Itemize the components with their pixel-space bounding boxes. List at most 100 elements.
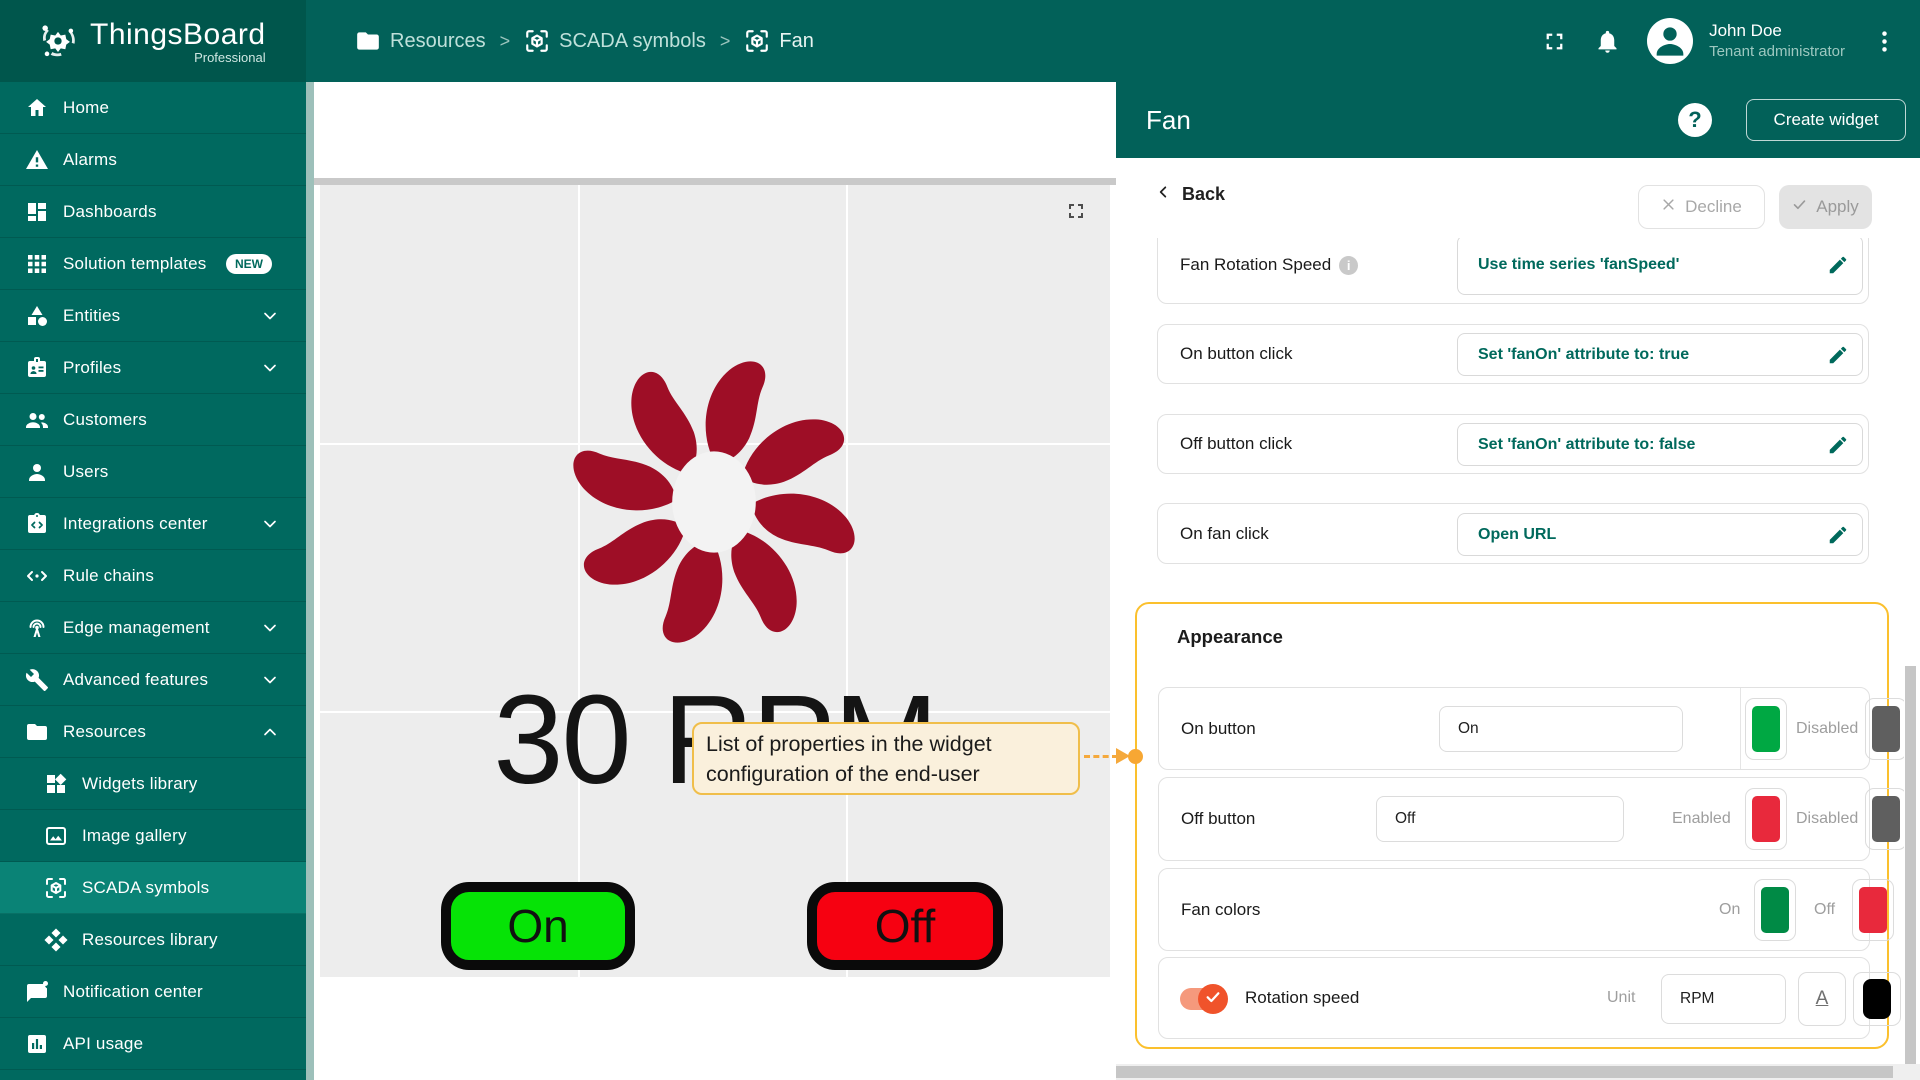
sidebar-item-entities[interactable]: Entities (0, 290, 306, 342)
create-widget-button[interactable]: Create widget (1746, 99, 1906, 141)
sidebar-item-white-labeling[interactable]: White labeling (0, 1070, 306, 1080)
off-button-label-input[interactable]: Off (1376, 796, 1624, 842)
font-color-swatch[interactable] (1853, 972, 1901, 1026)
advanced-icon (25, 668, 49, 692)
expand-canvas-icon[interactable] (1064, 199, 1088, 223)
user-name: John Doe (1709, 21, 1782, 41)
chevron-left-icon (1156, 184, 1172, 205)
appearance-section: Appearance On button On Disabled Off but… (1135, 602, 1904, 1049)
user-info[interactable]: John Doe Tenant administrator (1709, 20, 1845, 62)
sidebar-item-rule-chains[interactable]: Rule chains (0, 550, 306, 602)
scada-canvas[interactable]: 30 RPM On Off (320, 185, 1110, 977)
vertical-scrollbar[interactable] (1905, 666, 1916, 1064)
entities-icon (25, 304, 49, 328)
sidebar-item-notification-center[interactable]: Notification center (0, 966, 306, 1018)
home-icon (25, 96, 49, 120)
edit-pencil-icon[interactable] (1827, 344, 1849, 366)
sidebar-item-dashboards[interactable]: Dashboards (0, 186, 306, 238)
fan-off-color-swatch[interactable] (1852, 879, 1894, 941)
fan-on-button[interactable]: On (441, 882, 635, 970)
sidebar-item-label: Advanced features (63, 669, 209, 689)
edge-icon (25, 616, 49, 640)
sidebar-item-home[interactable]: Home (0, 82, 306, 134)
fan-on-color-swatch[interactable] (1754, 879, 1796, 941)
appearance-row-fan-colors: Fan colors On Off (1158, 868, 1894, 951)
rotation-speed-toggle[interactable] (1180, 984, 1228, 1014)
fan-rotation-speed-value[interactable]: Use time series 'fanSpeed' (1457, 238, 1863, 295)
fan-off-button[interactable]: Off (807, 882, 1003, 970)
scada-symbol-icon (524, 28, 550, 54)
sidebar-item-advanced-features[interactable]: Advanced features (0, 654, 306, 706)
chevron-down-icon (260, 670, 280, 690)
integrations-icon (25, 512, 49, 536)
gallery-icon (44, 824, 68, 848)
sidebar-item-api-usage[interactable]: API usage (0, 1018, 306, 1070)
info-icon[interactable]: i (1339, 255, 1359, 275)
sidebar-item-image-gallery[interactable]: Image gallery (0, 810, 306, 862)
decline-button[interactable]: Decline (1638, 185, 1765, 229)
kebab-menu-icon[interactable] (1871, 28, 1898, 55)
horizontal-scrollbar-thumb[interactable] (1116, 1066, 1893, 1078)
sidebar-item-alarms[interactable]: Alarms (0, 134, 306, 186)
breadcrumb-fan[interactable]: Fan (744, 28, 814, 54)
notification-icon (25, 980, 49, 1004)
solution-icon (25, 252, 49, 276)
sidebar-item-profiles[interactable]: Profiles (0, 342, 306, 394)
sidebar-item-widgets-library[interactable]: Widgets library (0, 758, 306, 810)
apply-button[interactable]: Apply (1779, 185, 1872, 229)
notifications-bell-icon[interactable] (1594, 28, 1621, 55)
sidebar-item-integrations-center[interactable]: Integrations center (0, 498, 306, 550)
back-button[interactable]: Back (1156, 184, 1225, 205)
on-button-label-input[interactable]: On (1439, 706, 1683, 752)
off-button-enabled-color-swatch[interactable] (1745, 788, 1787, 850)
chevron-down-icon (260, 618, 280, 638)
sidebar-item-label: SCADA symbols (82, 877, 210, 897)
customers-icon (25, 408, 49, 432)
sidebar-item-users[interactable]: Users (0, 446, 306, 498)
sidebar-item-resources-library[interactable]: Resources library (0, 914, 306, 966)
editor-divider (314, 178, 1116, 185)
help-icon[interactable]: ? (1678, 103, 1712, 137)
font-settings-button[interactable]: A (1798, 972, 1846, 1026)
sidebar-item-scada-symbols[interactable]: SCADA symbols (0, 862, 306, 914)
sidebar-item-label: Customers (63, 409, 147, 429)
edit-pencil-icon[interactable] (1827, 524, 1849, 546)
edit-pencil-icon[interactable] (1827, 254, 1849, 276)
chevron-down-icon (260, 306, 280, 326)
sidebar-item-customers[interactable]: Customers (0, 394, 306, 446)
setting-row-on-fan-click: On fan click Open URL (1157, 503, 1869, 564)
chevron-down-icon (260, 514, 280, 534)
sidebar-item-label: Integrations center (63, 513, 208, 533)
sidebar-item-label: Rule chains (63, 565, 155, 585)
sidebar-item-label: Dashboards (63, 201, 157, 221)
brand-tagline: Professional (194, 49, 266, 65)
sidebar-item-resources[interactable]: Resources (0, 706, 306, 758)
logo-block[interactable]: ThingsBoard Professional (0, 0, 306, 82)
scada-editor: 30 RPM On Off (314, 82, 1116, 1080)
fullscreen-icon[interactable] (1541, 28, 1568, 55)
sidebar-item-solution-templates[interactable]: Solution templates NEW (0, 238, 306, 290)
user-role: Tenant administrator (1709, 43, 1845, 61)
breadcrumb-resources[interactable]: Resources (355, 28, 486, 54)
on-button-click-value[interactable]: Set 'fanOn' attribute to: true (1457, 333, 1863, 376)
panel-scroll-area[interactable]: Fan Rotation Speed i Use time series 'fa… (1116, 238, 1904, 1064)
sidebar-item-edge-management[interactable]: Edge management (0, 602, 306, 654)
setting-row-on-button-click: On button click Set 'fanOn' attribute to… (1157, 324, 1869, 384)
off-button-click-value[interactable]: Set 'fanOn' attribute to: false (1457, 423, 1863, 466)
annotation-tooltip: List of properties in the widget configu… (692, 722, 1080, 795)
on-button-enabled-color-swatch[interactable] (1745, 698, 1787, 760)
edit-pencil-icon[interactable] (1827, 434, 1849, 456)
breadcrumb-scada-symbols[interactable]: SCADA symbols (524, 28, 706, 54)
sidebar-item-label: Home (63, 97, 110, 117)
rotation-unit-input[interactable]: RPM (1661, 974, 1786, 1024)
annotation-connector-dot (1128, 749, 1143, 764)
fan-symbol[interactable] (549, 337, 879, 667)
new-badge: NEW (226, 253, 272, 274)
users-icon (25, 460, 49, 484)
on-fan-click-value[interactable]: Open URL (1457, 513, 1863, 556)
off-button-disabled-color-swatch[interactable] (1865, 788, 1904, 850)
avatar[interactable] (1647, 18, 1694, 64)
on-button-disabled-color-swatch[interactable] (1865, 698, 1904, 760)
reslib-icon (44, 927, 68, 952)
folder-icon (355, 28, 381, 54)
